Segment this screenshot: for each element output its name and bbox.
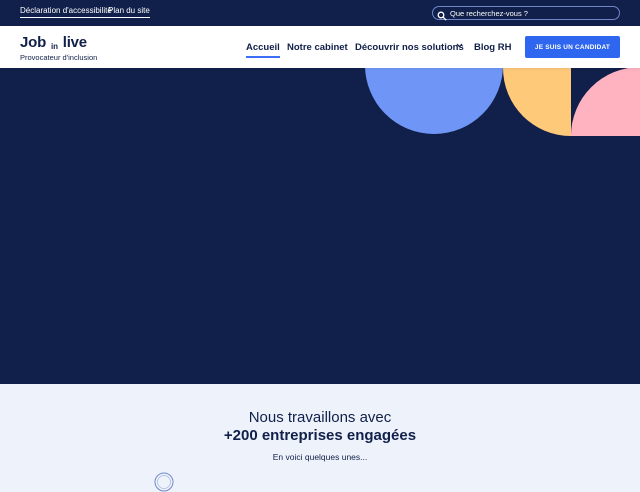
main-navbar: Job in live Provocateur d'inclusion Accu… <box>0 26 640 68</box>
partners-subtitle: En voici quelques unes... <box>272 452 368 462</box>
hero-circle-blue <box>365 68 503 134</box>
logo-word-in: in <box>51 42 58 51</box>
logo-wordmark: Job in live <box>20 35 97 52</box>
partners-section: Nous travaillons avec +200 entreprises e… <box>0 384 640 480</box>
sitemap-link[interactable]: Plan du site <box>108 6 150 18</box>
logo-tagline: Provocateur d'inclusion <box>20 53 98 62</box>
candidate-button[interactable]: JE SUIS UN CANDIDAT <box>525 36 620 58</box>
nav-item-solutions[interactable]: Découvrir nos solutions <box>355 42 464 53</box>
chevron-down-icon[interactable] <box>456 43 463 48</box>
partners-heading: Nous travaillons avec <box>248 409 392 426</box>
partner-logo-badge <box>154 472 174 492</box>
search-icon[interactable] <box>437 8 447 21</box>
partners-count: +200 entreprises engagées <box>223 427 417 444</box>
accessibility-link[interactable]: Déclaration d'accessibilité <box>20 6 112 18</box>
top-utility-bar: Déclaration d'accessibilité Plan du site <box>0 0 640 26</box>
logo-word-job: Job <box>20 34 47 51</box>
search-input[interactable] <box>447 8 610 18</box>
site-logo[interactable]: Job in live Provocateur d'inclusion <box>20 35 97 62</box>
hero-banner <box>0 68 640 384</box>
logo-word-live: live <box>62 34 87 51</box>
hero-quarter-orange <box>503 68 571 136</box>
nav-item-accueil[interactable]: Accueil <box>246 42 280 58</box>
search-box[interactable] <box>432 6 620 21</box>
nav-item-notre-cabinet[interactable]: Notre cabinet <box>287 42 348 53</box>
nav-item-blog-rh[interactable]: Blog RH <box>474 42 511 53</box>
hero-quarter-pink <box>571 68 640 136</box>
hero-decorative-shapes <box>365 68 640 136</box>
